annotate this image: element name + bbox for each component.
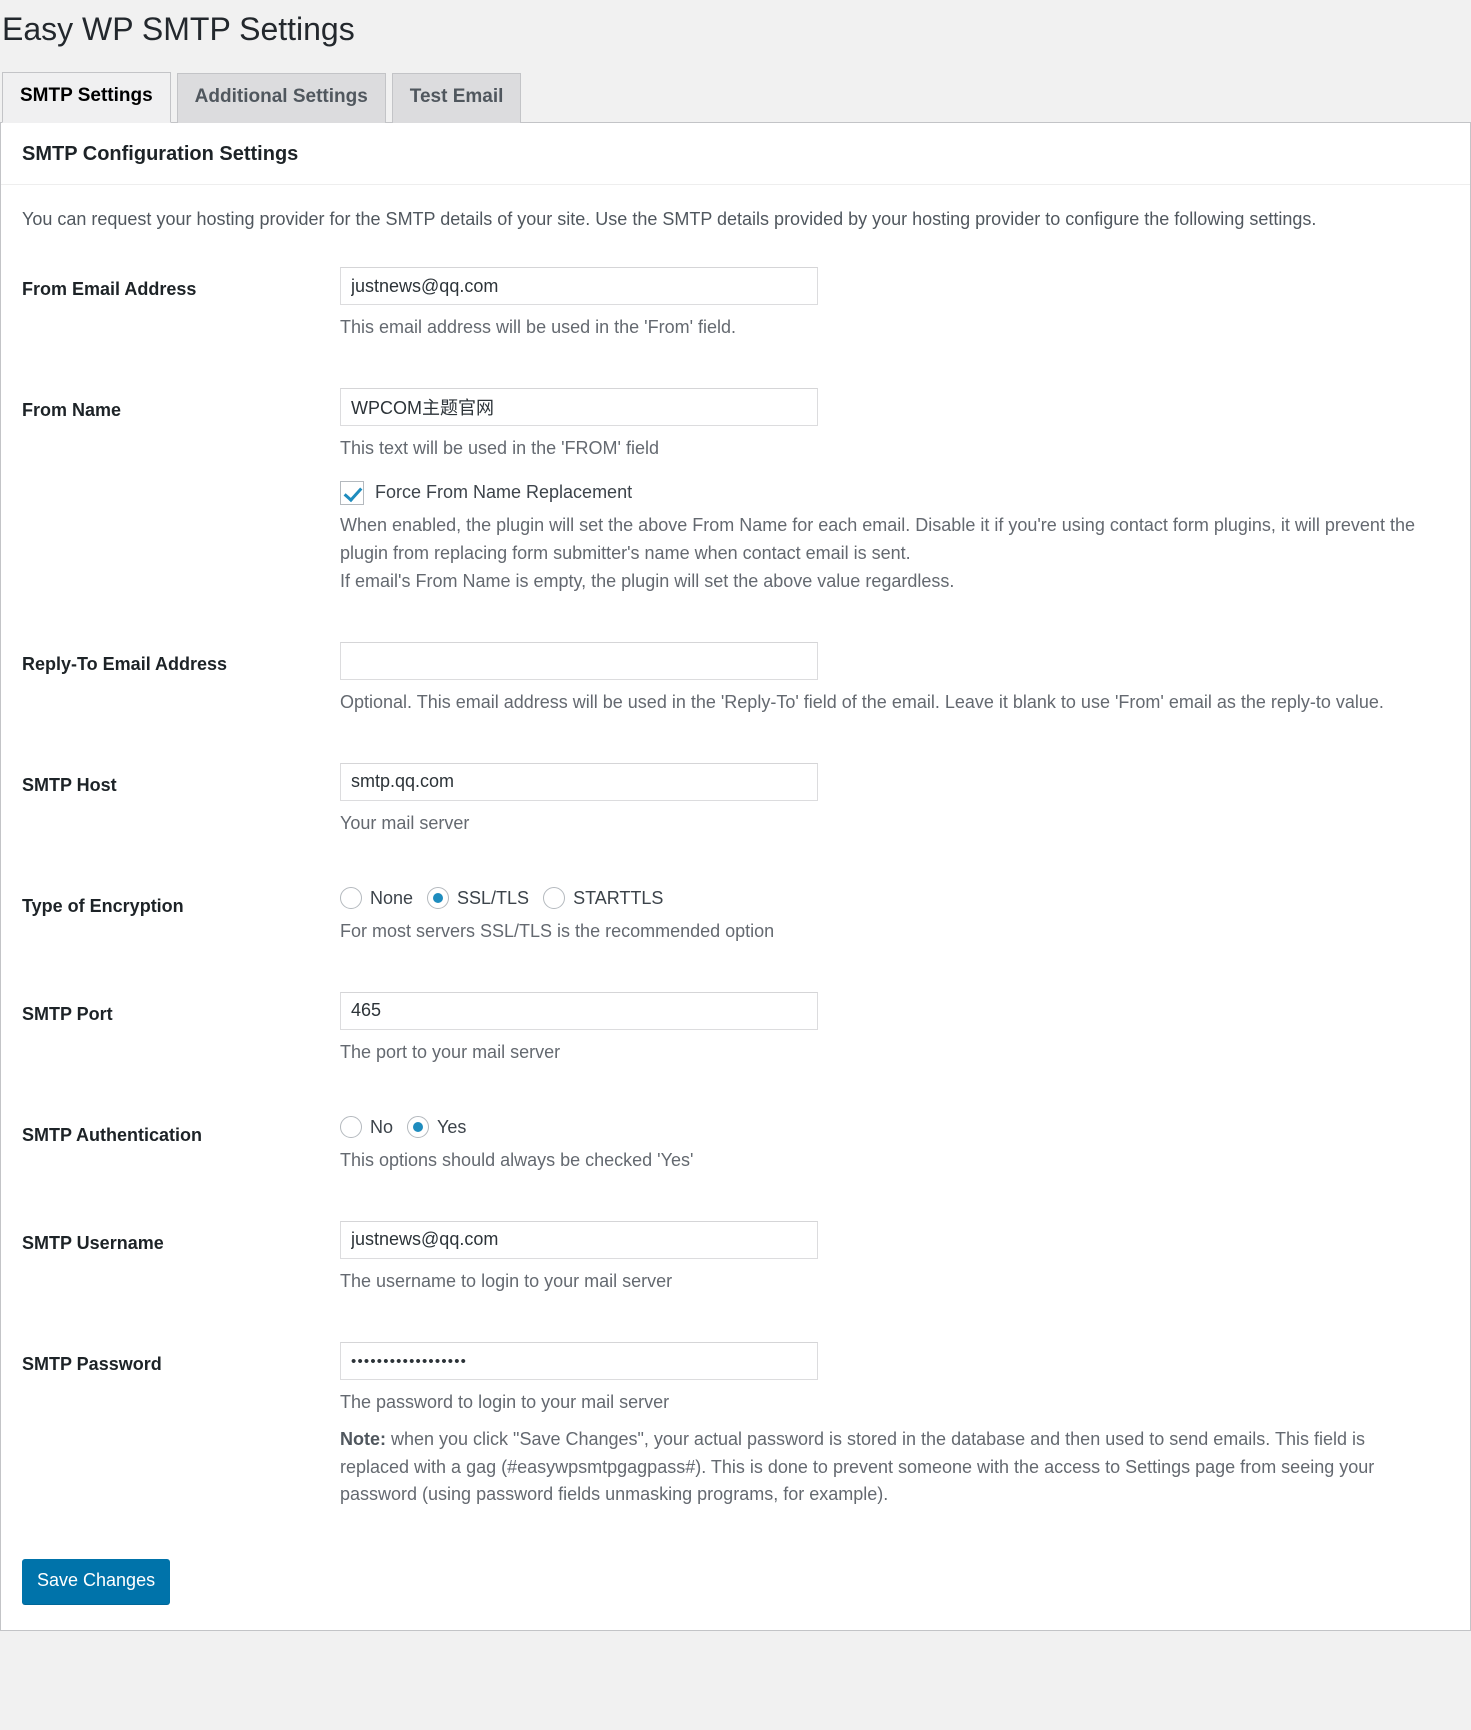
field-row-from-email: From Email Address This email address wi… [22, 241, 1449, 362]
radio-ssltls-label[interactable]: SSL/TLS [457, 886, 529, 911]
label-from-name: From Name [22, 400, 122, 421]
smtp-password-note-label: Note: [340, 1428, 386, 1449]
cell-smtp-auth: No Yes This options should always be che… [340, 1087, 1449, 1195]
label-smtp-port: SMTP Port [22, 1003, 113, 1024]
radio-auth-no-label[interactable]: No [370, 1115, 393, 1140]
force-from-name-label[interactable]: Force From Name Replacement [375, 480, 632, 505]
from-email-input[interactable] [340, 267, 818, 306]
label-smtp-password: SMTP Password [22, 1353, 162, 1374]
settings-tabs: SMTP Settings Additional Settings Test E… [0, 72, 1471, 123]
smtp-port-description: The port to your mail server [340, 1041, 561, 1062]
page-title: Easy WP SMTP Settings [2, 11, 355, 47]
label-from-email: From Email Address [22, 279, 197, 300]
from-name-input[interactable] [340, 388, 818, 427]
tab-smtp-settings[interactable]: SMTP Settings [2, 72, 171, 123]
label-reply-to: Reply-To Email Address [22, 654, 228, 675]
encryption-option-none[interactable]: None [340, 886, 413, 911]
cell-from-email: This email address will be used in the '… [340, 241, 1449, 362]
smtp-username-description: The username to login to your mail serve… [340, 1270, 673, 1291]
smtp-configuration-panel: SMTP Configuration Settings You can requ… [0, 122, 1471, 1632]
smtp-auth-description: This options should always be checked 'Y… [340, 1149, 694, 1170]
cell-smtp-username: The username to login to your mail serve… [340, 1195, 1449, 1316]
radio-auth-yes-label[interactable]: Yes [437, 1115, 466, 1140]
field-row-smtp-port: SMTP Port The port to your mail server [22, 966, 1449, 1087]
force-from-name-description-2: If email's From Name is empty, the plugi… [340, 571, 955, 592]
panel-body: You can request your hosting provider fo… [1, 185, 1470, 1536]
reply-to-description: Optional. This email address will be use… [340, 692, 1384, 713]
field-row-reply-to: Reply-To Email Address Optional. This em… [22, 616, 1449, 737]
from-email-description: This email address will be used in the '… [340, 317, 737, 338]
smtp-password-input[interactable] [340, 1341, 818, 1380]
reply-to-input[interactable] [340, 642, 818, 681]
smtp-password-note: Note: when you click "Save Changes", you… [340, 1426, 1420, 1510]
encryption-option-starttls[interactable]: STARTTLS [543, 886, 663, 911]
smtp-settings-form: From Email Address This email address wi… [22, 241, 1449, 1529]
field-row-from-name: From Name This text will be used in the … [22, 362, 1449, 616]
cell-smtp-password: The password to login to your mail serve… [340, 1316, 1449, 1530]
from-name-description: This text will be used in the 'FROM' fie… [340, 438, 659, 459]
panel-header: SMTP Configuration Settings [1, 123, 1470, 185]
cell-from-name: This text will be used in the 'FROM' fie… [340, 362, 1449, 616]
encryption-option-ssltls[interactable]: SSL/TLS [427, 886, 529, 911]
radio-none[interactable] [340, 887, 362, 910]
field-row-smtp-password: SMTP Password The password to login to y… [22, 1316, 1449, 1530]
smtp-port-input[interactable] [340, 991, 818, 1030]
radio-auth-yes[interactable] [407, 1116, 430, 1139]
field-row-smtp-username: SMTP Username The username to login to y… [22, 1195, 1449, 1316]
radio-starttls-label[interactable]: STARTTLS [573, 886, 663, 911]
label-smtp-auth: SMTP Authentication [22, 1124, 202, 1145]
smtp-auth-option-no[interactable]: No [340, 1115, 393, 1140]
force-from-name-description-1: When enabled, the plugin will set the ab… [340, 515, 1415, 564]
cell-smtp-port: The port to your mail server [340, 966, 1449, 1087]
panel-heading: SMTP Configuration Settings [22, 142, 299, 165]
smtp-host-description: Your mail server [340, 812, 470, 833]
encryption-description: For most servers SSL/TLS is the recommen… [340, 921, 775, 941]
radio-starttls[interactable] [543, 887, 566, 910]
smtp-host-input[interactable] [340, 762, 818, 801]
radio-auth-no[interactable] [340, 1116, 362, 1139]
field-row-smtp-auth: SMTP Authentication No Yes This options … [22, 1087, 1449, 1195]
force-from-name-checkbox[interactable] [340, 480, 364, 505]
save-changes-button[interactable]: Save Changes [22, 1559, 171, 1605]
smtp-auth-option-yes[interactable]: Yes [407, 1115, 466, 1140]
field-row-encryption: Type of Encryption None SSL/TLS STARTTLS… [22, 858, 1449, 966]
submit-area: Save Changes [1, 1535, 1470, 1630]
tab-additional-settings[interactable]: Additional Settings [176, 73, 386, 123]
encryption-radio-group: None SSL/TLS STARTTLS [340, 886, 1449, 911]
force-from-name-row[interactable]: Force From Name Replacement [340, 480, 1449, 505]
smtp-username-input[interactable] [340, 1220, 818, 1259]
tab-test-email[interactable]: Test Email [391, 73, 522, 123]
label-encryption: Type of Encryption [22, 895, 184, 916]
smtp-password-note-text: when you click "Save Changes", your actu… [340, 1428, 1375, 1505]
label-smtp-host: SMTP Host [22, 774, 117, 795]
radio-none-label[interactable]: None [370, 886, 413, 911]
field-row-smtp-host: SMTP Host Your mail server [22, 737, 1449, 858]
smtp-password-description: The password to login to your mail serve… [340, 1391, 670, 1412]
panel-intro-text: You can request your hosting provider fo… [22, 208, 1317, 229]
cell-encryption: None SSL/TLS STARTTLS For most servers S… [340, 858, 1449, 966]
radio-ssltls[interactable] [427, 887, 450, 910]
cell-reply-to: Optional. This email address will be use… [340, 616, 1449, 737]
label-smtp-username: SMTP Username [22, 1232, 164, 1253]
cell-smtp-host: Your mail server [340, 737, 1449, 858]
smtp-auth-radio-group: No Yes [340, 1115, 1449, 1140]
